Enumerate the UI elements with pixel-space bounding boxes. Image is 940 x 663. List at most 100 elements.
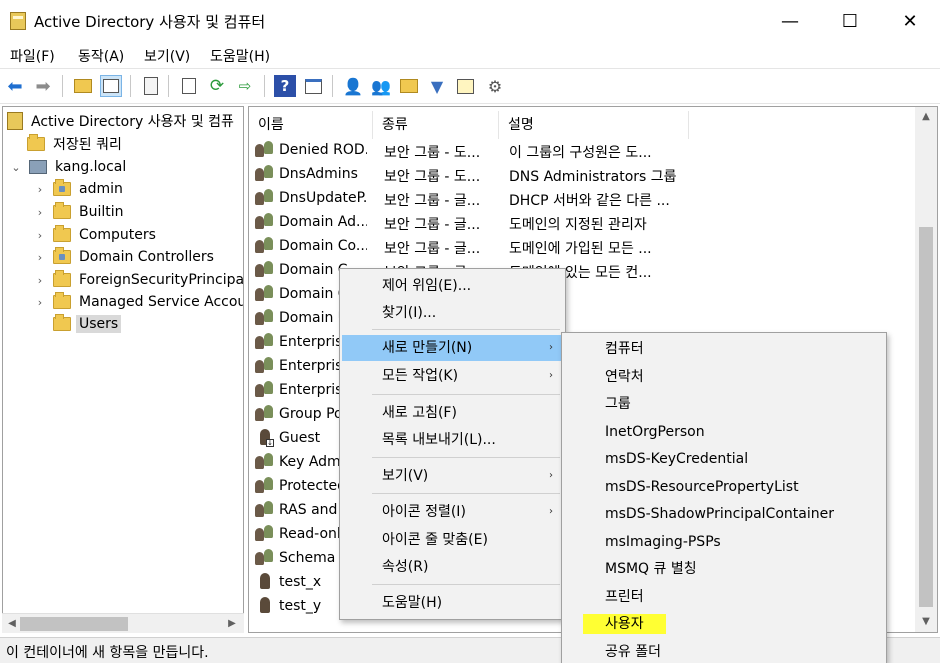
context-menu-item[interactable]: 새로 만들기(N) › [342, 335, 563, 361]
new-ou-icon[interactable] [398, 75, 420, 97]
forward-arrow-icon[interactable]: ➡ [32, 75, 54, 97]
tree-item-computers[interactable]: › Computers [33, 224, 156, 246]
submenu-item-label: 사용자 [583, 611, 666, 638]
tree-saved-queries[interactable]: 저장된 쿼리 [27, 133, 122, 155]
context-menu-item[interactable]: 아이콘 정렬(I) › [342, 499, 563, 525]
group-icon [255, 501, 275, 519]
menu-action[interactable]: 동작(A) [78, 46, 124, 66]
chevron-right-icon[interactable]: › [33, 229, 47, 242]
folder-icon [53, 202, 71, 219]
chevron-right-icon[interactable]: › [33, 251, 47, 264]
submenu-item[interactable]: 컴퓨터 [563, 336, 885, 363]
submenu-item[interactable]: MSMQ 큐 별칭 [563, 556, 885, 583]
submenu-item[interactable]: InetOrgPerson [563, 419, 885, 446]
find-icon[interactable] [454, 75, 476, 97]
minimize-button[interactable]: — [760, 0, 820, 42]
submenu-item-label: 컴퓨터 [605, 336, 644, 363]
submenu-item[interactable]: 사용자 [563, 611, 885, 638]
column-header-type[interactable]: 종류 [373, 111, 499, 139]
context-menu-item[interactable]: 찾기(I)... [342, 300, 563, 326]
properties-icon[interactable] [178, 75, 200, 97]
context-menu-item[interactable]: 목록 내보내기(L)... [342, 427, 563, 453]
filter-icon[interactable]: ▼ [426, 75, 448, 97]
ou-folder-icon [53, 179, 71, 196]
submenu-item[interactable]: msDS-ResourcePropertyList [563, 474, 885, 501]
refresh-icon[interactable]: ⟳ [206, 75, 228, 97]
tree-horizontal-scrollbar[interactable]: ◀ ▶ [2, 613, 244, 633]
context-menu-item[interactable]: 새로 고침(F) [342, 400, 563, 426]
show-console-tree-icon[interactable] [100, 75, 122, 97]
context-menu-item[interactable]: 제어 위임(E)... [342, 273, 563, 299]
menu-item-label: 보기(V) [382, 468, 429, 484]
menu-file[interactable]: 파일(F) [10, 46, 55, 66]
new-submenu: 컴퓨터 연락처 그룹 InetOrgPerson msDS-KeyCredential m… [561, 332, 887, 663]
cell-type: 보안 그룹 - 글... [384, 217, 481, 233]
table-row[interactable]: Domain Ad... 보안 그룹 - 글... 도메인의 지정된 관리자 [249, 211, 915, 235]
chevron-right-icon[interactable]: › [33, 183, 47, 196]
clipboard-icon[interactable] [140, 75, 162, 97]
tree-item-foreign-security-principals[interactable]: › ForeignSecurityPrincipals [33, 269, 243, 291]
tree-item-admin[interactable]: › admin [33, 178, 123, 200]
scroll-right-icon[interactable]: ▶ [224, 616, 240, 632]
chevron-right-icon[interactable]: › [33, 274, 47, 287]
scroll-thumb[interactable] [20, 617, 128, 631]
tree-item-builtin[interactable]: › Builtin [33, 201, 124, 223]
submenu-item[interactable]: 그룹 [563, 391, 885, 418]
submenu-item[interactable]: 공유 폴더 [563, 639, 885, 663]
submenu-item[interactable]: msDS-KeyCredential [563, 446, 885, 473]
scroll-left-icon[interactable]: ◀ [4, 616, 20, 632]
delegate-icon[interactable]: ⚙ [484, 75, 506, 97]
submenu-item[interactable]: 연락처 [563, 364, 885, 391]
submenu-item-label: msDS-ShadowPrincipalContainer [605, 501, 834, 528]
chevron-down-icon[interactable]: ⌄ [9, 161, 23, 174]
column-header-description[interactable]: 설명 [499, 111, 689, 139]
folder-icon [53, 225, 71, 242]
new-user-icon[interactable]: 👤 [342, 75, 364, 97]
context-menu-item[interactable]: 보기(V) › [342, 463, 563, 489]
details-view-icon[interactable] [302, 75, 324, 97]
new-group-icon[interactable]: 👥 [370, 75, 392, 97]
column-header-name[interactable]: 이름 [249, 111, 373, 139]
help-icon[interactable]: ? [274, 75, 296, 97]
menu-separator [372, 394, 560, 395]
tree-domain[interactable]: ⌄ kang.local [9, 156, 126, 178]
maximize-button[interactable]: ☐ [820, 0, 880, 42]
chevron-right-icon[interactable]: › [33, 206, 47, 219]
submenu-item[interactable]: 프린터 [563, 584, 885, 611]
submenu-item[interactable]: msImaging-PSPs [563, 529, 885, 556]
table-row[interactable]: Domain Co... 보안 그룹 - 글... 도메인에 가입된 모든 ... [249, 235, 915, 259]
context-menu-item[interactable]: 모든 작업(K) › [342, 363, 563, 389]
export-list-icon[interactable]: ⇨ [234, 75, 256, 97]
close-button[interactable]: ✕ [880, 0, 940, 42]
cell-type: 보안 그룹 - 도... [384, 145, 481, 161]
folder-icon [53, 270, 71, 287]
tree-item-domain-controllers[interactable]: › Domain Controllers [33, 246, 214, 268]
chevron-right-icon[interactable]: › [33, 296, 47, 309]
scroll-up-icon[interactable]: ▲ [918, 109, 934, 125]
context-menu-item[interactable]: 도움말(H) [342, 590, 563, 616]
tree-item-managed-service-accounts[interactable]: › Managed Service Accour [33, 291, 243, 313]
submenu-arrow-icon: › [549, 370, 553, 381]
context-menu-item[interactable]: 속성(R) [342, 554, 563, 580]
console-tree: Active Directory 사용자 및 컴퓨 저장된 쿼리 ⌄ kang.… [2, 106, 244, 633]
submenu-item[interactable]: msDS-ShadowPrincipalContainer [563, 501, 885, 528]
menu-help[interactable]: 도움말(H) [210, 46, 270, 66]
scroll-thumb[interactable] [919, 227, 933, 607]
menu-view[interactable]: 보기(V) [144, 46, 190, 66]
scroll-down-icon[interactable]: ▼ [918, 614, 934, 630]
cell-name: DnsAdmins [279, 166, 358, 182]
list-vertical-scrollbar[interactable]: ▲ ▼ [915, 107, 937, 632]
up-folder-icon[interactable] [72, 75, 94, 97]
tree-item-users[interactable]: Users [53, 313, 122, 335]
tree-root[interactable]: Active Directory 사용자 및 컴퓨 [7, 110, 234, 132]
group-icon [255, 165, 275, 183]
context-menu-item[interactable]: 아이콘 줄 맞춤(E) [342, 527, 563, 553]
menu-item-label: 속성(R) [382, 559, 429, 575]
group-icon [255, 309, 275, 327]
back-arrow-icon[interactable]: ⬅ [4, 75, 26, 97]
table-row[interactable]: DnsAdmins 보안 그룹 - 도... DNS Administrators … [249, 163, 915, 187]
table-row[interactable]: Denied ROD... 보안 그룹 - 도... 이 그룹의 구성원은 도... [249, 139, 915, 163]
menu-separator [372, 329, 560, 330]
submenu-item-text: msDS-KeyCredential [605, 451, 749, 467]
table-row[interactable]: DnsUpdateP... 보안 그룹 - 글... DHCP 서버와 같은 다른 … [249, 187, 915, 211]
